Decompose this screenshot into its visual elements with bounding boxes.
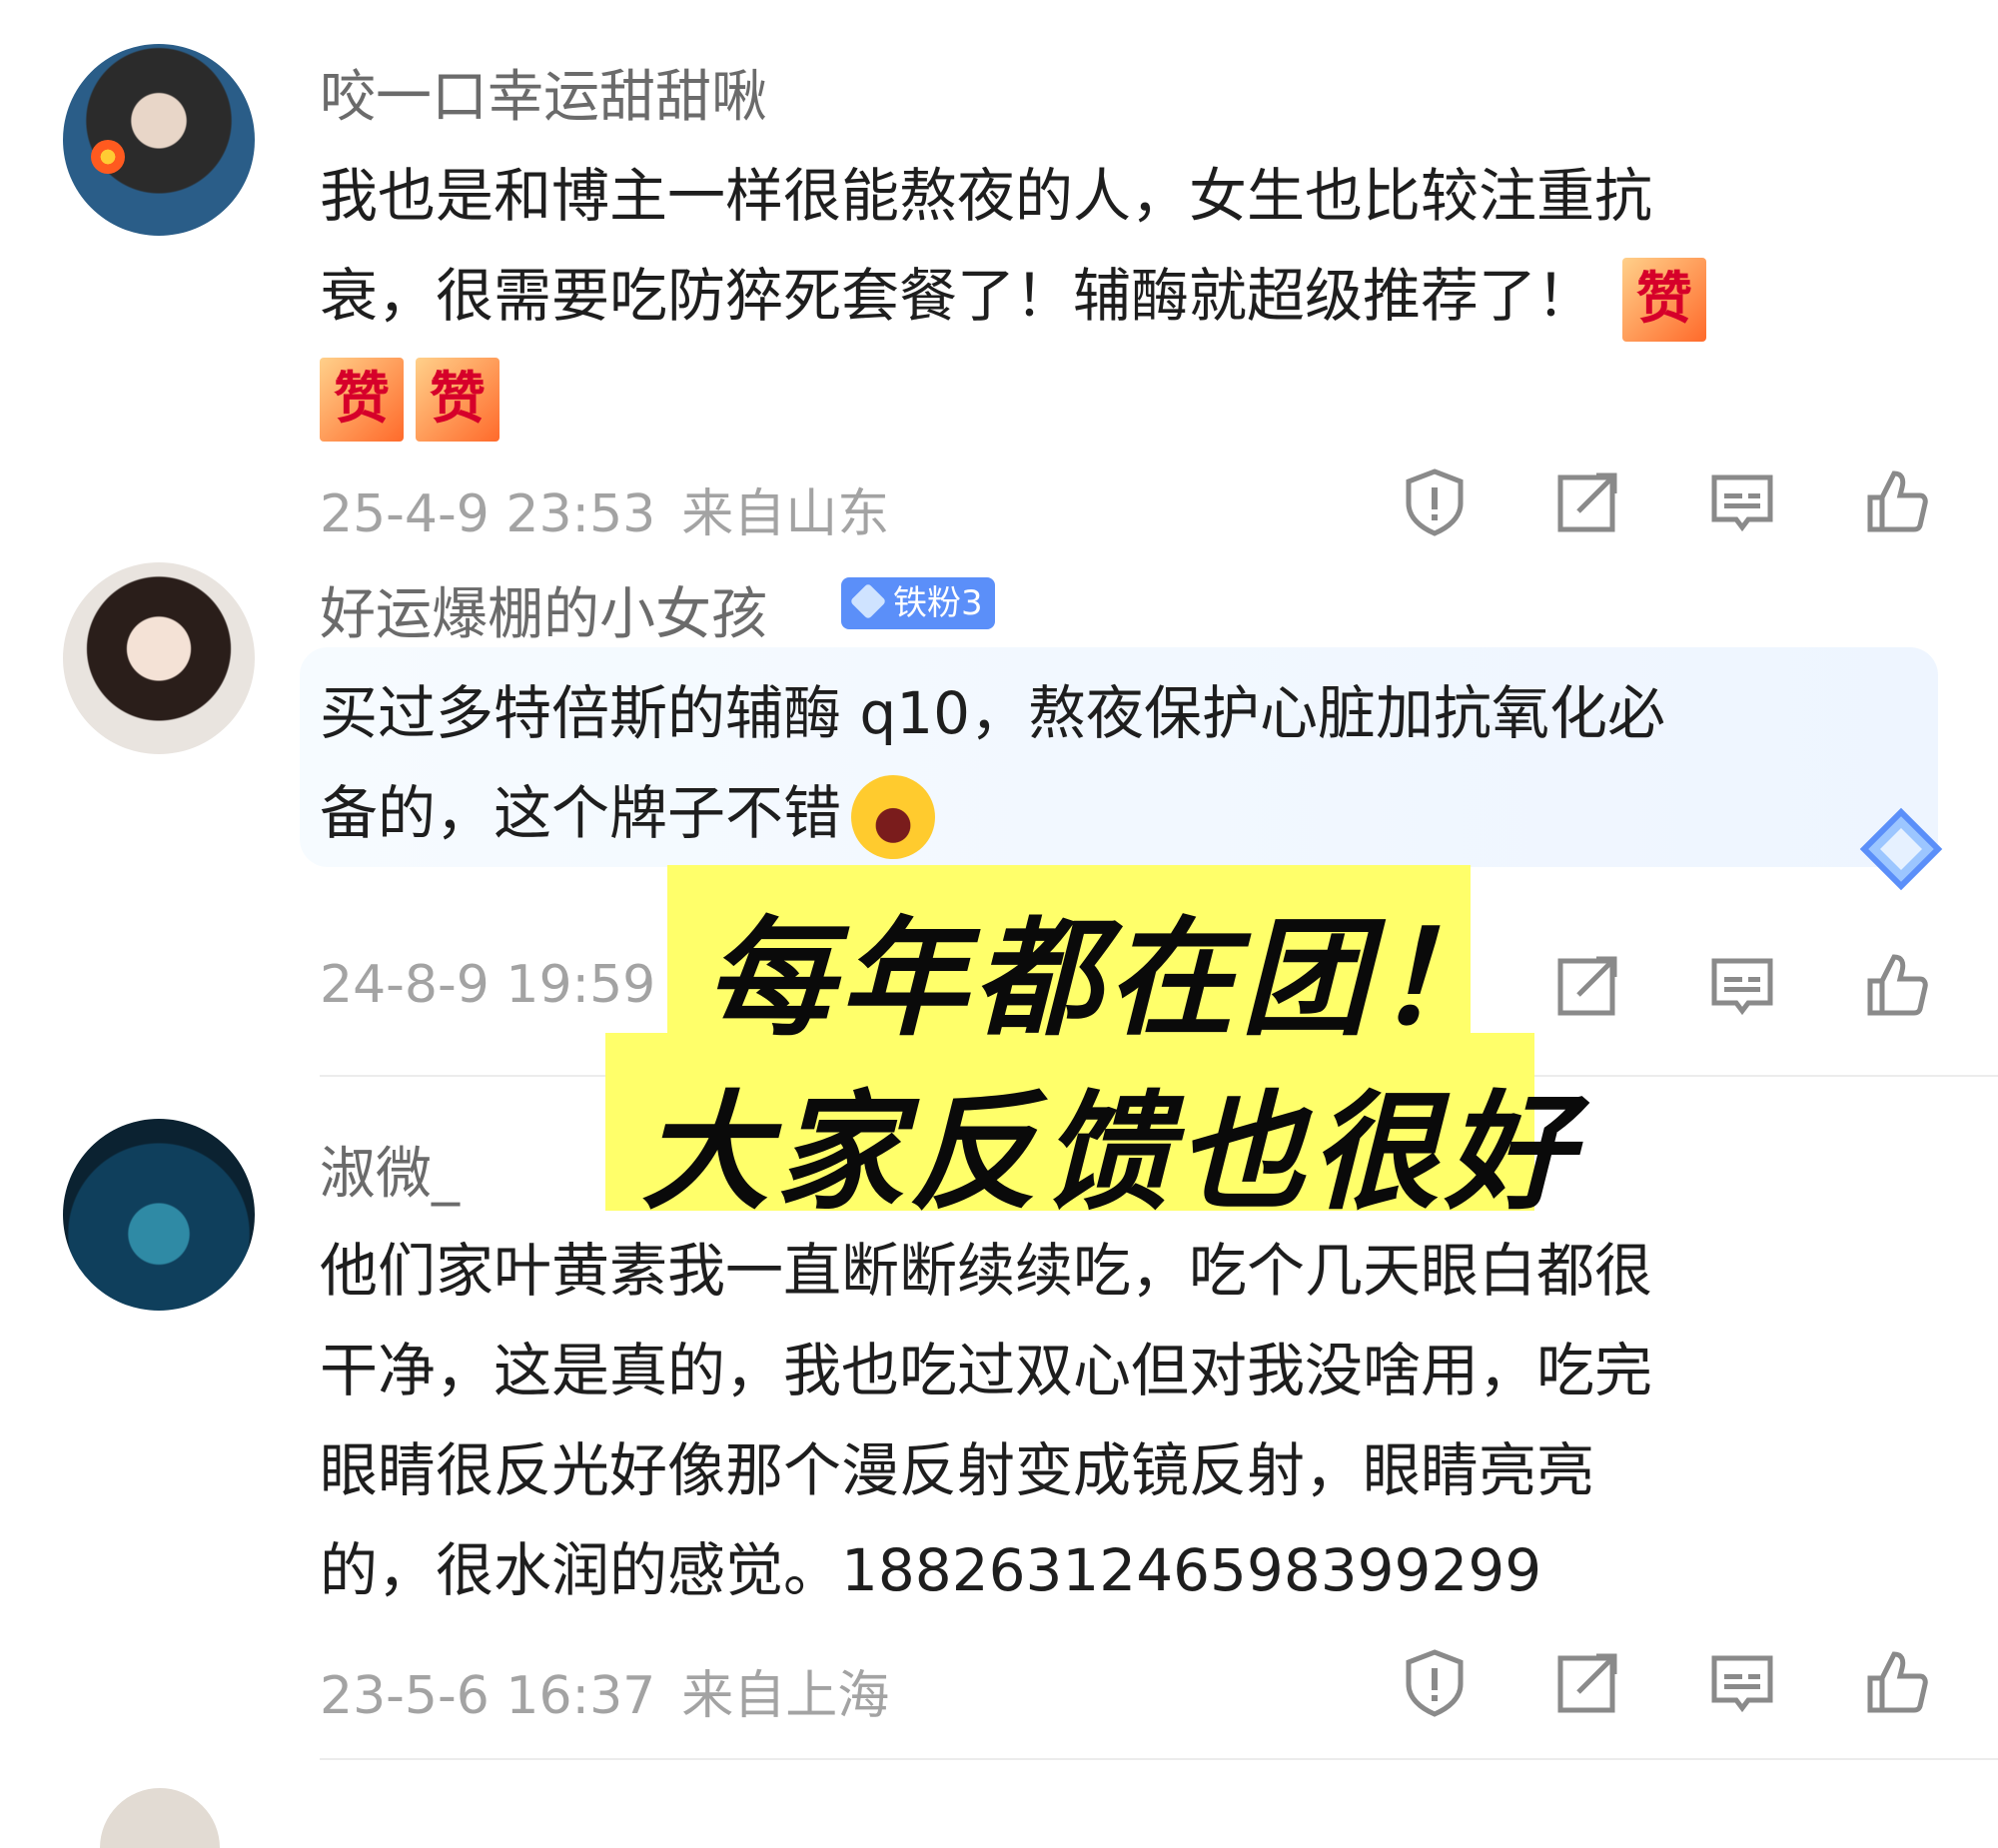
comment-line-text: 衰，很需要吃防猝死套餐了！辅酶就超级推荐了！ <box>320 262 1595 330</box>
username[interactable]: 淑微_ <box>320 1129 460 1210</box>
comment-line: 的，很水润的感觉。18826312465983992­99 <box>320 1536 1542 1604</box>
diamond-icon <box>849 582 887 620</box>
like-icon[interactable] <box>1860 465 1932 537</box>
comment-line: 干净，这是真的，我也吃过双心但对我没啥用，吃完 <box>320 1337 1653 1404</box>
location: 来自上海 <box>681 1666 890 1726</box>
comment-line: 衰，很需要吃防猝死套餐了！辅酶就超级推荐了！ 赞 <box>320 246 1878 346</box>
report-icon[interactable] <box>1399 465 1471 537</box>
avatar[interactable] <box>63 44 255 236</box>
divider <box>320 1758 1998 1760</box>
location: 来自山东 <box>681 484 890 544</box>
comment-text: 我也是和博主一样很能熬夜的人，女生也比较注重抗 衰，很需要吃防猝死套餐了！辅酶就… <box>320 146 1878 446</box>
badge-label: 铁粉3 <box>893 583 983 623</box>
zan-emoji-icon: 赞 <box>1622 257 1707 342</box>
avatar[interactable] <box>63 1119 255 1311</box>
timestamp: 25-4-9 23:53 <box>320 484 656 544</box>
like-icon[interactable] <box>1860 949 1932 1021</box>
repost-icon[interactable] <box>1552 949 1624 1021</box>
comment-icon[interactable] <box>1706 1646 1778 1718</box>
fan-badge: 铁粉3 <box>841 577 995 629</box>
comment-line: 他们家叶黄素我一直断断续续吃，吃个几天眼白都很 <box>320 1237 1653 1305</box>
caption-line-2: 大家反馈也很好 <box>641 1079 1579 1228</box>
comment-line: 赞赞 <box>320 346 1878 446</box>
repost-icon[interactable] <box>1552 1646 1624 1718</box>
zan-emoji-icon: 赞 <box>416 357 500 442</box>
repost-icon[interactable] <box>1552 465 1624 537</box>
comment-line: 买过多特倍斯的辅酶 q10，熬夜保护心脏加抗氧化必 <box>320 679 1666 747</box>
comment-actions <box>1399 465 1938 545</box>
zan-emoji-icon: 赞 <box>320 357 404 442</box>
caption-line-1: 每年都在团！ <box>705 905 1509 1054</box>
avatar[interactable] <box>100 1788 220 1848</box>
comment-text: 他们家叶黄素我一直断断续续吃，吃个几天眼白都很 干净，这是真的，我也吃过双心但对… <box>320 1221 1878 1620</box>
comment-line: 我也是和博主一样很能熬夜的人，女生也比较注重抗 <box>320 162 1653 230</box>
comment-line-text: 备的，这个牌子不错 <box>320 779 842 847</box>
username[interactable]: 咬一口幸运甜甜啾 <box>320 52 767 133</box>
comment-actions <box>1399 1646 1938 1726</box>
username[interactable]: 好运爆棚的小女孩 <box>320 569 767 650</box>
timestamp: 23-5-6 16:37 <box>320 1666 656 1726</box>
avatar[interactable] <box>63 562 255 754</box>
comment-icon[interactable] <box>1706 465 1778 537</box>
comment-icon[interactable] <box>1706 949 1778 1021</box>
comment-text: 买过多特倍斯的辅酶 q10，熬夜保护心脏加抗氧化必 备的，这个牌子不错 <box>320 663 1878 863</box>
comment-meta: 23-5-6 16:37 来自上海 <box>320 1653 889 1728</box>
comment-meta: 24-8-9 19:59 <box>320 955 655 1015</box>
flower-decoration <box>91 140 125 174</box>
comment-line: 眼睛很反光好像那个漫反射变成镜反射，眼睛亮亮 <box>320 1436 1595 1504</box>
report-icon[interactable] <box>1399 1646 1471 1718</box>
like-icon[interactable] <box>1860 1646 1932 1718</box>
comment-line: 备的，这个牌子不错 <box>320 763 1878 863</box>
timestamp: 24-8-9 19:59 <box>320 955 656 1015</box>
comment-meta: 25-4-9 23:53 来自山东 <box>320 471 889 546</box>
laughing-emoji-icon <box>851 774 936 859</box>
